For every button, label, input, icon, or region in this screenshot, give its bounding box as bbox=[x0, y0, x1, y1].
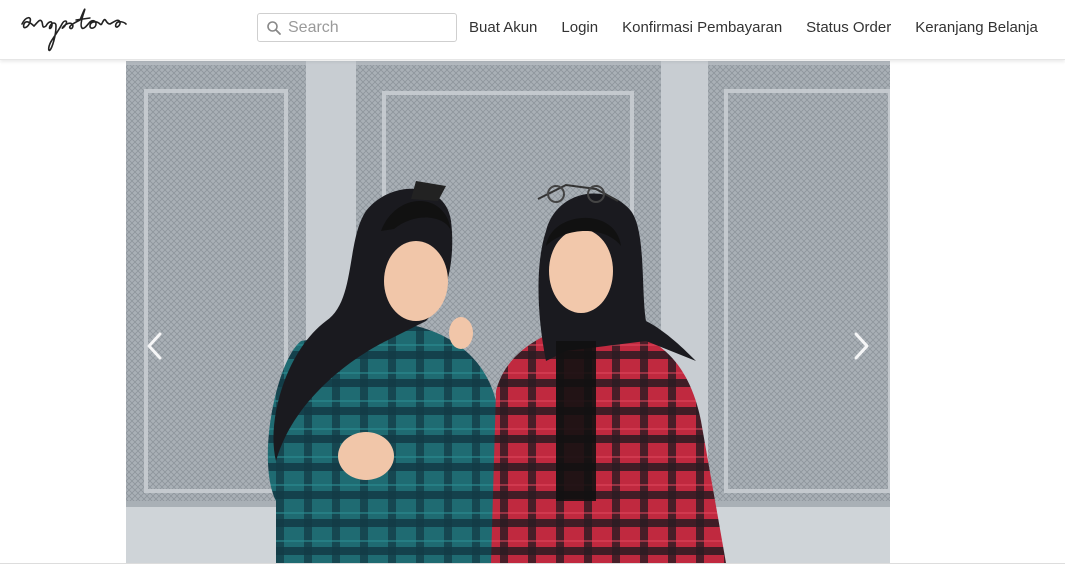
search-icon bbox=[267, 21, 281, 35]
hero-carousel[interactable] bbox=[126, 61, 890, 563]
chevron-left-icon bbox=[147, 332, 162, 360]
carousel-next-button[interactable] bbox=[846, 326, 876, 366]
logo-wordmark-icon bbox=[21, 8, 127, 52]
nav-konfirmasi-pembayaran[interactable]: Konfirmasi Pembayaran bbox=[622, 18, 782, 40]
top-navbar: Buat Akun Login Konfirmasi Pembayaran St… bbox=[0, 0, 1065, 60]
main-nav: Buat Akun Login Konfirmasi Pembayaran St… bbox=[469, 18, 1038, 40]
nav-keranjang-belanja[interactable]: Keranjang Belanja bbox=[915, 18, 1038, 40]
nav-buat-akun[interactable]: Buat Akun bbox=[469, 18, 537, 40]
search-input[interactable] bbox=[288, 16, 452, 39]
chevron-right-icon bbox=[854, 332, 869, 360]
nav-status-order[interactable]: Status Order bbox=[806, 18, 891, 40]
carousel-prev-button[interactable] bbox=[140, 326, 170, 366]
brand-logo[interactable] bbox=[18, 2, 153, 54]
nav-login[interactable]: Login bbox=[561, 18, 598, 40]
search-box[interactable] bbox=[257, 13, 457, 42]
carousel-slide-image bbox=[126, 61, 890, 563]
